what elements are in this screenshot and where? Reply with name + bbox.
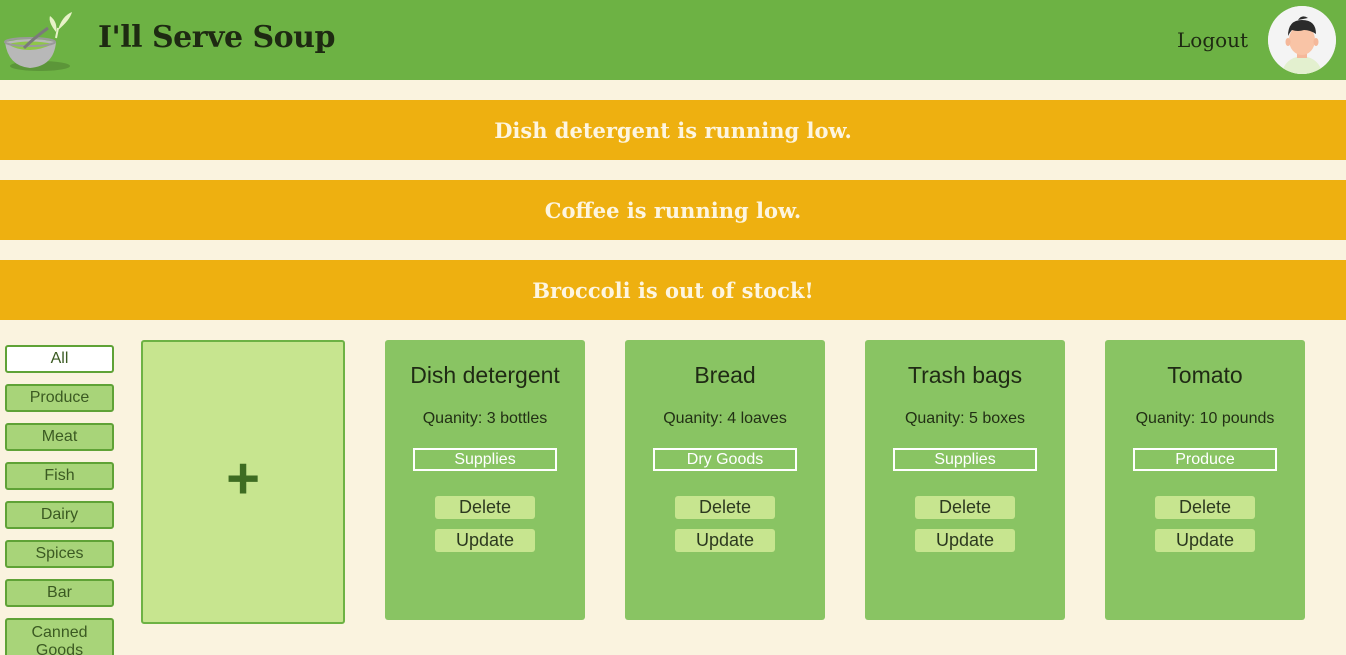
item-quantity: Quanity: 5 boxes [904, 410, 1026, 427]
filter-all[interactable]: All [5, 345, 114, 373]
item-name: Dish detergent [410, 362, 560, 388]
alert-banner: Dish detergent is running low. [0, 100, 1346, 160]
user-avatar-icon[interactable] [1268, 6, 1336, 74]
plus-icon: + [226, 446, 260, 511]
top-navbar: I'll Serve Soup Logout [0, 0, 1346, 80]
delete-button[interactable]: Delete [435, 496, 535, 519]
update-button[interactable]: Update [675, 529, 775, 552]
filter-fish[interactable]: Fish [5, 462, 114, 490]
item-category-badge: Dry Goods [653, 448, 797, 471]
item-category-badge: Produce [1133, 448, 1277, 471]
item-name: Trash bags [907, 362, 1023, 388]
alert-banner: Coffee is running low. [0, 180, 1346, 240]
filter-meat[interactable]: Meat [5, 423, 114, 451]
filter-canned-goods[interactable]: Canned Goods [5, 618, 114, 655]
update-button[interactable]: Update [435, 529, 535, 552]
soup-bowl-icon[interactable] [0, 8, 80, 74]
delete-button[interactable]: Delete [675, 496, 775, 519]
filter-produce[interactable]: Produce [5, 384, 114, 412]
item-card: Trash bags Quanity: 5 boxes Supplies Del… [865, 340, 1065, 620]
item-quantity: Quanity: 4 loaves [663, 410, 787, 427]
logout-link[interactable]: Logout [1177, 28, 1248, 52]
item-name: Tomato [1167, 362, 1243, 388]
item-category-badge: Supplies [413, 448, 557, 471]
delete-button[interactable]: Delete [1155, 496, 1255, 519]
filter-dairy[interactable]: Dairy [5, 501, 114, 529]
item-category-badge: Supplies [893, 448, 1037, 471]
item-card: Tomato Quanity: 10 pounds Produce Delete… [1105, 340, 1305, 620]
item-card: Dish detergent Quanity: 3 bottles Suppli… [385, 340, 585, 620]
filter-bar[interactable]: Bar [5, 579, 114, 607]
filter-spices[interactable]: Spices [5, 540, 114, 568]
delete-button[interactable]: Delete [915, 496, 1015, 519]
add-item-button[interactable]: + [141, 340, 345, 624]
update-button[interactable]: Update [1155, 529, 1255, 552]
item-quantity: Quanity: 3 bottles [422, 410, 548, 427]
update-button[interactable]: Update [915, 529, 1015, 552]
alert-banner: Broccoli is out of stock! [0, 260, 1346, 320]
item-quantity: Quanity: 10 pounds [1135, 410, 1275, 427]
item-name: Bread [694, 362, 756, 388]
brand-title[interactable]: I'll Serve Soup [98, 20, 335, 55]
item-card: Bread Quanity: 4 loaves Dry Goods Delete… [625, 340, 825, 620]
